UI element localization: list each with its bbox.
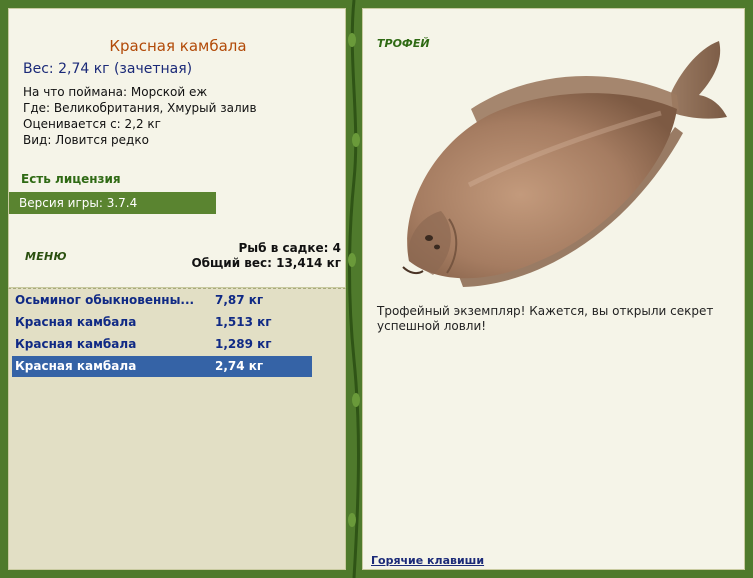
fish-weight: Вес: 2,74 кг (зачетная) [23, 61, 193, 77]
license-status: Есть лицензия [21, 172, 121, 186]
trophy-text: Трофейный экземпляр! Кажется, вы открыли… [377, 304, 714, 333]
menu-button[interactable]: МЕНЮ [25, 250, 67, 263]
trophy-label: ТРОФЕЙ [377, 37, 430, 50]
fish-rarity: Вид: Ловится редко [23, 133, 149, 147]
catch-item-weight: 1,513 кг [215, 315, 272, 329]
fish-count: Рыб в садке: 4 [238, 241, 342, 255]
catch-item-name: Осьминог обыкновенны... [15, 293, 195, 307]
trophy-panel: ТРОФЕЙ Трофейный экземпляр! Кажется, вы … [362, 8, 745, 570]
catch-item-weight: 7,87 кг [215, 293, 264, 307]
catch-stats: Рыб в садке: 4 Общий вес: 13,414 кг [191, 241, 341, 271]
catch-list-panel: Осьминог обыкновенны... 7,87 кг Красная … [8, 288, 346, 570]
fish-title: Красная камбала [109, 37, 247, 55]
catch-list-item-selected[interactable]: Красная камбала 2,74 кг [12, 356, 312, 377]
catch-list-item[interactable]: Красная камбала 1,513 кг [12, 312, 312, 333]
catch-list-item[interactable]: Осьминог обыкновенны... 7,87 кг [12, 290, 312, 311]
catch-item-weight: 2,74 кг [215, 359, 264, 373]
hotkeys-link[interactable]: Горячие клавиши [371, 554, 484, 567]
catch-item-weight: 1,289 кг [215, 337, 272, 351]
catch-item-name: Красная камбала [15, 337, 137, 351]
catch-item-name: Красная камбала [15, 315, 137, 329]
fish-info-panel: Красная камбала Вес: 2,74 кг (зачетная) … [8, 8, 346, 288]
flounder-image [402, 41, 727, 287]
fish-location: Где: Великобритания, Хмурый залив [23, 101, 257, 115]
fish-bait: На что поймана: Морской еж [23, 85, 208, 99]
total-weight: Общий вес: 13,414 кг [191, 256, 341, 270]
fish-valued-from: Оценивается с: 2,2 кг [23, 117, 161, 131]
vine-divider [348, 0, 360, 578]
catch-list-item[interactable]: Красная камбала 1,289 кг [12, 334, 312, 355]
catch-item-name: Красная камбала [15, 359, 137, 373]
version-bar: Версия игры: 3.7.4 [9, 192, 216, 214]
